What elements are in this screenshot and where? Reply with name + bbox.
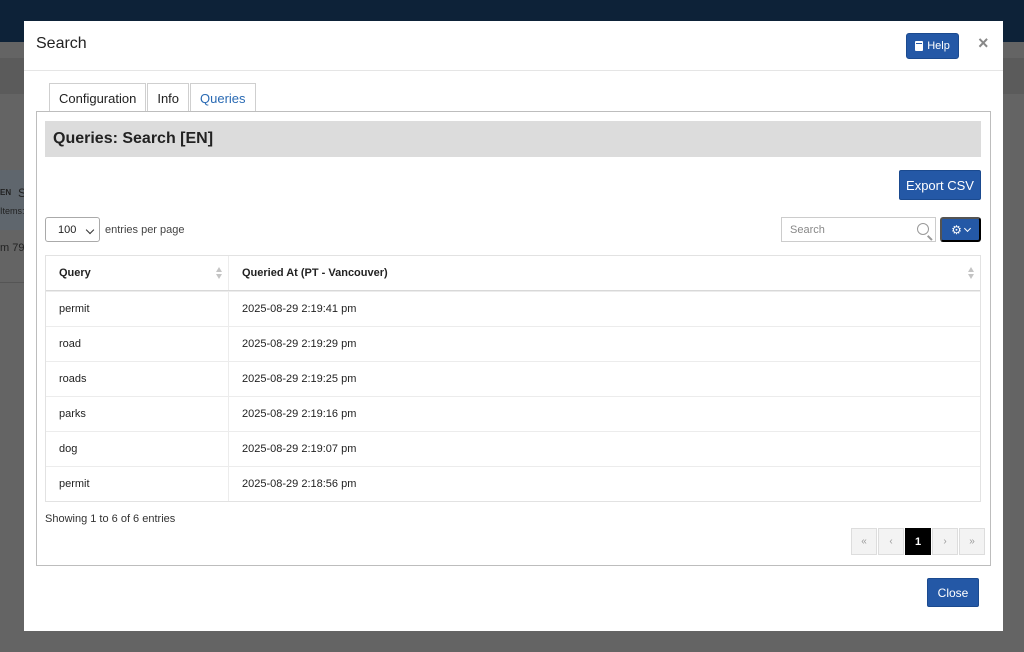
cell-queried-at: 2025-08-29 2:18:56 pm [242, 478, 357, 490]
tab-queries[interactable]: Queries [190, 83, 256, 112]
close-icon[interactable]: × [978, 33, 989, 54]
column-header-label: Queried At (PT - Vancouver) [242, 267, 388, 279]
help-button[interactable]: Help [906, 33, 959, 59]
tab-configuration[interactable]: Configuration [49, 83, 147, 112]
gear-icon: ⚙ [951, 222, 962, 237]
table-row: parks 2025-08-29 2:19:16 pm [46, 396, 980, 431]
table-row: permit 2025-08-29 2:19:41 pm [46, 291, 980, 326]
queries-table: Query Queried At (PT - Vancouver) permit… [45, 255, 981, 502]
sort-icon [968, 267, 974, 279]
close-button[interactable]: Close [927, 578, 979, 607]
last-page-button[interactable]: » [959, 528, 985, 555]
table-header: Query Queried At (PT - Vancouver) [46, 256, 980, 291]
search-input[interactable]: Search [781, 217, 936, 242]
sort-icon [216, 267, 222, 279]
cell-query: permit [46, 467, 229, 501]
app-items-fragment: Items: [0, 206, 25, 216]
entries-per-page-value: 100 [58, 223, 77, 236]
table-row: road 2025-08-29 2:19:29 pm [46, 326, 980, 361]
column-settings-button[interactable]: ⚙ [940, 217, 981, 242]
cell-queried-at: 2025-08-29 2:19:25 pm [242, 373, 357, 385]
table-row: permit 2025-08-29 2:18:56 pm [46, 466, 980, 501]
table-row: roads 2025-08-29 2:19:25 pm [46, 361, 980, 396]
modal-header: Search Help × [24, 21, 1003, 71]
entries-per-page-label: entries per page [105, 224, 185, 236]
app-divider [0, 282, 24, 283]
export-csv-button[interactable]: Export CSV [899, 170, 981, 200]
prev-page-button[interactable]: ‹ [878, 528, 904, 555]
chevron-down-icon [963, 224, 971, 232]
column-header-query[interactable]: Query [46, 256, 229, 290]
cell-query: road [46, 327, 229, 361]
tab-info[interactable]: Info [147, 83, 190, 112]
cell-query: dog [46, 432, 229, 466]
cell-query: roads [46, 362, 229, 396]
table-info: Showing 1 to 6 of 6 entries [45, 513, 176, 525]
queries-panel: Queries: Search [EN] Export CSV 100 entr… [36, 111, 991, 566]
search-placeholder: Search [790, 223, 825, 236]
cell-queried-at: 2025-08-29 2:19:07 pm [242, 443, 357, 455]
panel-heading: Queries: Search [EN] [45, 121, 981, 157]
next-page-button[interactable]: › [932, 528, 958, 555]
book-icon [915, 41, 924, 51]
cell-queried-at: 2025-08-29 2:19:29 pm [242, 338, 357, 350]
panel-heading-title: Queries: Search [EN] [53, 130, 214, 147]
page-1-button[interactable]: 1 [905, 528, 931, 555]
first-page-button[interactable]: « [851, 528, 877, 555]
app-count-fragment: m 79 [0, 242, 25, 254]
tab-bar: Configuration Info Queries [49, 83, 256, 112]
cell-queried-at: 2025-08-29 2:19:16 pm [242, 408, 357, 420]
pagination: « ‹ 1 › » [850, 528, 985, 555]
help-button-label: Help [927, 40, 950, 52]
table-row: dog 2025-08-29 2:19:07 pm [46, 431, 980, 466]
cell-queried-at: 2025-08-29 2:19:41 pm [242, 303, 357, 315]
cell-query: parks [46, 397, 229, 431]
cell-query: permit [46, 292, 229, 326]
modal-title: Search [36, 35, 87, 52]
search-icon [917, 223, 929, 235]
app-row-highlight [0, 170, 24, 230]
chevron-down-icon [85, 225, 95, 235]
app-language-badge: EN [0, 188, 12, 197]
search-modal: Search Help × Configuration Info Queries… [24, 21, 1003, 631]
column-header-queried-at[interactable]: Queried At (PT - Vancouver) [229, 256, 980, 290]
entries-per-page-select[interactable]: 100 [45, 217, 100, 242]
column-header-label: Query [59, 267, 91, 279]
